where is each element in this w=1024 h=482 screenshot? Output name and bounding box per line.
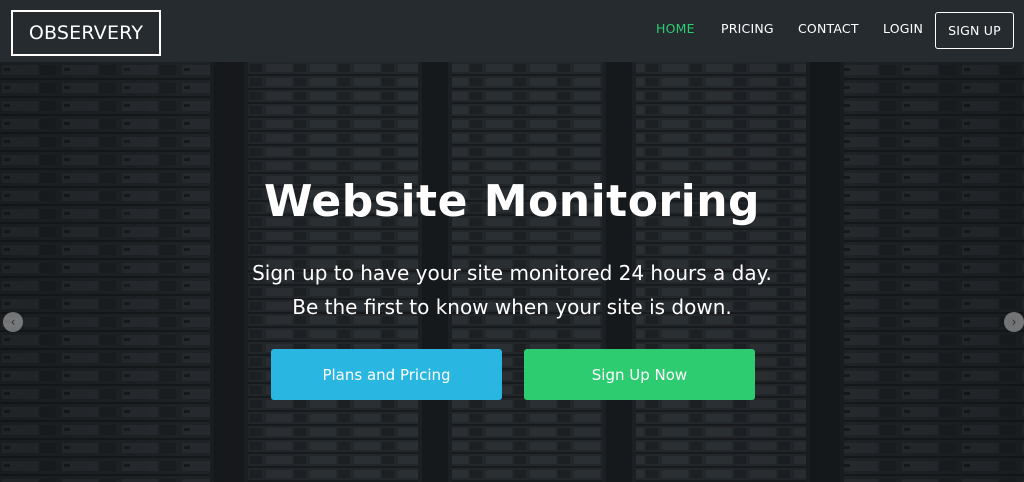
hero-subtitle-line-1: Sign up to have your site monitored 24 h… [252, 261, 772, 285]
nav-link-pricing[interactable]: PRICING [721, 21, 774, 36]
nav-link-login[interactable]: LOGIN [883, 21, 923, 36]
nav-link-contact[interactable]: CONTACT [798, 21, 859, 36]
brand-logo[interactable]: OBSERVERY [11, 10, 161, 56]
plans-and-pricing-button[interactable]: Plans and Pricing [271, 349, 502, 400]
hero-title: Website Monitoring [263, 176, 761, 227]
navbar: OBSERVERY HOME PRICING CONTACT LOGIN SIG… [0, 0, 1024, 62]
sign-up-now-button[interactable]: Sign Up Now [524, 349, 755, 400]
hero-subtitle-line-2: Be the first to know when your site is d… [292, 295, 732, 319]
hero-section: Website Monitoring Sign up to have your … [0, 62, 1024, 482]
nav-signup-button[interactable]: SIGN UP [935, 12, 1014, 49]
nav-link-home[interactable]: HOME [656, 21, 695, 36]
chevron-left-icon[interactable]: ‹ [3, 312, 23, 332]
chevron-right-icon[interactable]: › [1004, 312, 1024, 332]
